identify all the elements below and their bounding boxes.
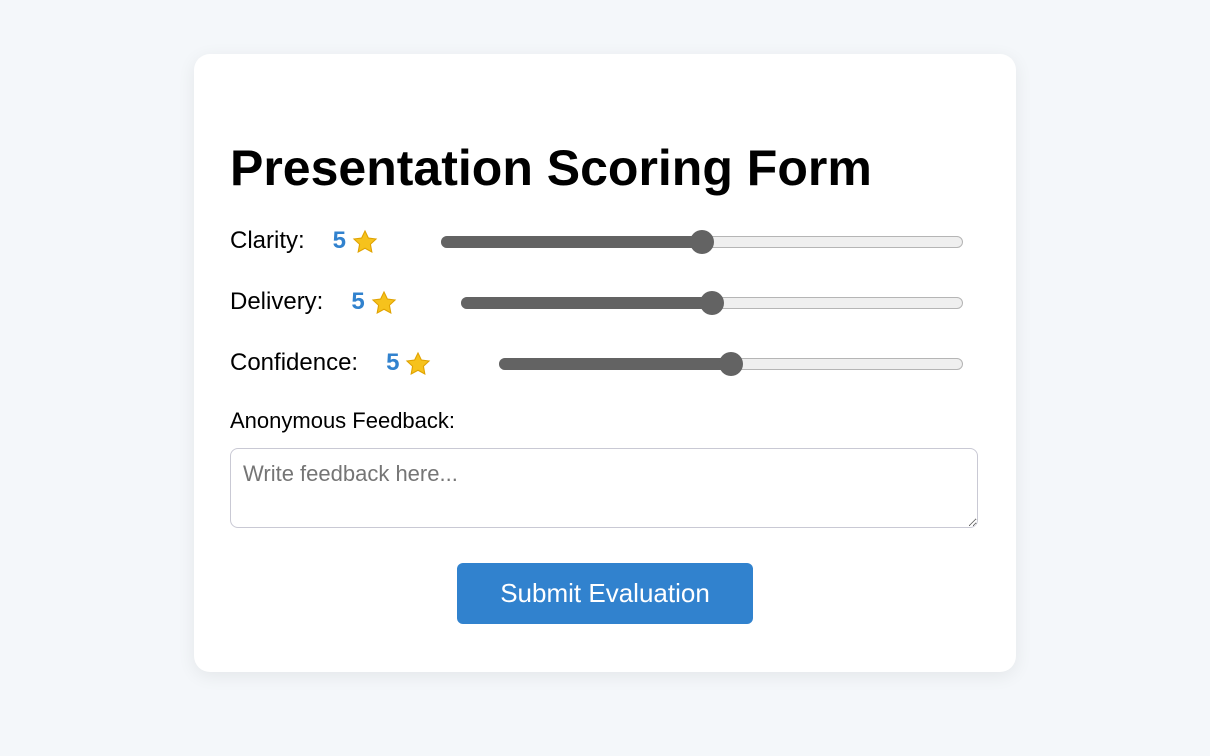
criterion-label-confidence: Confidence:	[230, 349, 359, 376]
scoring-form-card: Presentation Scoring Form Clarity: 5 Del…	[194, 54, 1016, 672]
feedback-textarea[interactable]	[230, 448, 978, 528]
slider-delivery[interactable]	[461, 291, 963, 315]
criterion-row-confidence: Confidence: 5	[230, 348, 431, 378]
submit-evaluation-button[interactable]: Submit Evaluation	[457, 563, 753, 624]
score-number-delivery: 5	[351, 288, 365, 315]
slider-fill	[441, 236, 702, 248]
star-icon	[352, 229, 378, 253]
feedback-label: Anonymous Feedback:	[230, 408, 456, 433]
score-value-delivery: 5	[351, 288, 396, 316]
slider-thumb[interactable]	[690, 230, 714, 254]
slider-fill	[499, 358, 731, 370]
slider-confidence[interactable]	[499, 352, 963, 376]
criterion-label-delivery: Delivery:	[230, 288, 324, 315]
slider-thumb[interactable]	[719, 352, 743, 376]
slider-fill	[461, 297, 712, 309]
criterion-row-clarity: Clarity: 5	[230, 226, 378, 256]
score-number-clarity: 5	[332, 227, 347, 254]
star-icon	[371, 290, 396, 314]
score-value-confidence: 5	[386, 349, 431, 377]
score-number-confidence: 5	[386, 349, 400, 376]
page-title: Presentation Scoring Form	[230, 140, 872, 196]
criterion-label-clarity: Clarity:	[230, 227, 305, 254]
slider-clarity[interactable]	[441, 230, 963, 254]
criterion-row-delivery: Delivery: 5	[230, 287, 397, 317]
score-value-clarity: 5	[333, 227, 378, 255]
slider-thumb[interactable]	[700, 291, 724, 315]
star-icon	[406, 351, 431, 375]
